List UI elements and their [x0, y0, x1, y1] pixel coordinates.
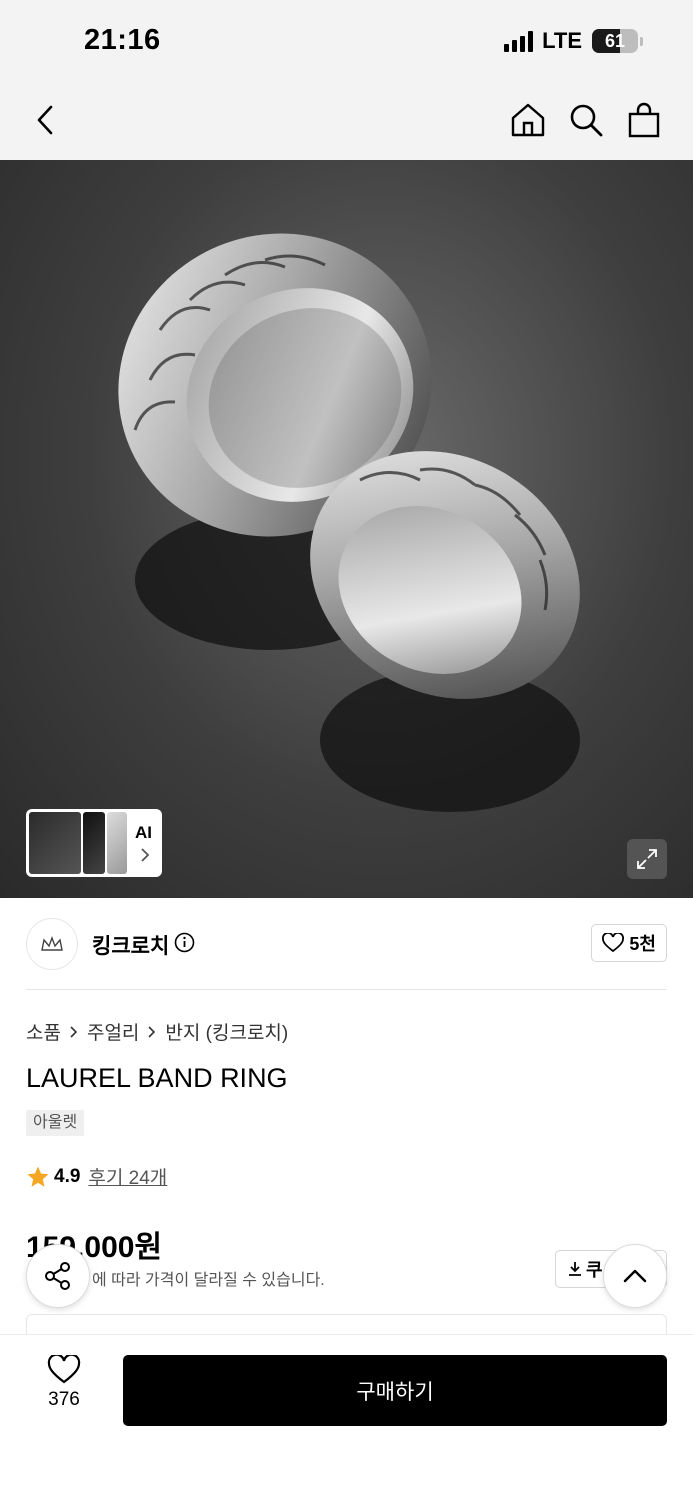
battery-icon: 61 [592, 29, 638, 53]
brand-name[interactable]: 킹크로치 [92, 930, 169, 960]
thumbnail-image[interactable] [83, 812, 105, 874]
rating-value: 4.9 [54, 1165, 81, 1187]
expand-icon [637, 849, 657, 869]
status-time: 21:16 [84, 24, 161, 56]
cart-button[interactable] [620, 96, 668, 144]
product-image[interactable]: AI [0, 160, 693, 898]
heart-icon [47, 1355, 81, 1384]
wishlist-count: 376 [48, 1389, 80, 1410]
info-icon[interactable] [174, 932, 195, 953]
breadcrumb-item[interactable]: 소품 [26, 1018, 61, 1045]
ai-label: AI [135, 823, 152, 842]
chevron-up-icon [623, 1269, 647, 1283]
home-icon [511, 103, 545, 137]
price-note: 에 따라 가격이 달라질 수 있습니다. [92, 1272, 325, 1289]
search-button[interactable] [562, 96, 610, 144]
nav-bar [0, 80, 693, 160]
thumbnail-strip[interactable]: AI [26, 809, 162, 877]
breadcrumb: 소품 주얼리 반지 (킹크로치) [26, 1018, 288, 1045]
heart-icon [602, 933, 625, 953]
battery-level: 61 [604, 31, 626, 51]
share-button[interactable] [26, 1244, 90, 1308]
coupon-label: 쿠 [586, 1260, 603, 1280]
buy-button[interactable]: 구매하기 [123, 1355, 667, 1426]
wishlist-button[interactable]: 376 [34, 1355, 94, 1411]
shopping-bag-icon [628, 102, 660, 138]
network-label: LTE [542, 28, 582, 53]
thumbnail-image[interactable] [29, 812, 81, 874]
expand-button[interactable] [627, 839, 667, 879]
product-tag: 아울렛 [26, 1110, 85, 1136]
search-icon [570, 104, 603, 137]
breadcrumb-item[interactable]: 반지 (킹크로치) [165, 1018, 288, 1045]
star-icon [27, 1166, 49, 1187]
brand-like-button[interactable]: 5천 [591, 924, 667, 962]
status-bar: 21:16 LTE 61 [0, 0, 693, 80]
brand-like-count: 5천 [629, 934, 656, 954]
chevron-right-icon [69, 1025, 79, 1039]
crown-icon [41, 936, 63, 951]
brand-logo[interactable] [26, 918, 78, 970]
home-button[interactable] [504, 96, 552, 144]
rings-illustration [118, 233, 580, 812]
share-icon [45, 1262, 70, 1290]
divider [26, 989, 667, 990]
review-link[interactable]: 후기 24개 [88, 1163, 167, 1190]
chevron-left-icon [37, 105, 53, 135]
brand-row: 킹크로치 5천 [0, 898, 693, 990]
rating-row: 4.9 후기 24개 [26, 1163, 167, 1190]
product-title: LAUREL BAND RING [26, 1063, 288, 1093]
status-indicators: LTE 61 [504, 28, 643, 54]
signal-icon [504, 30, 534, 52]
scroll-top-button[interactable] [603, 1244, 667, 1308]
back-button[interactable] [21, 96, 69, 144]
chevron-right-icon [141, 848, 150, 862]
bottom-action-bar: 376 구매하기 [0, 1334, 693, 1500]
download-icon [569, 1262, 581, 1276]
chevron-right-icon [147, 1025, 157, 1039]
breadcrumb-item[interactable]: 주얼리 [87, 1018, 139, 1045]
thumbnail-image[interactable] [107, 812, 127, 874]
